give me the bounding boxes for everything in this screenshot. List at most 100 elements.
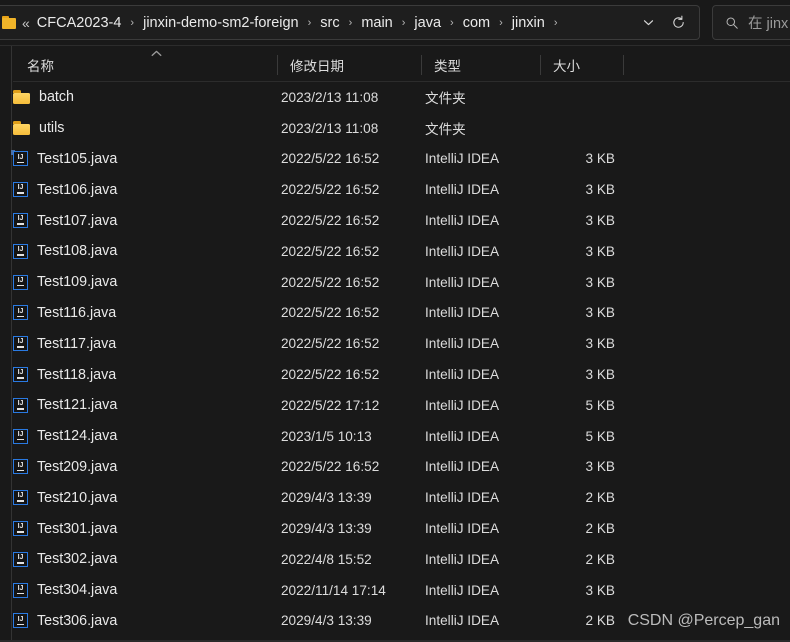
file-type: IntelliJ IDEA — [425, 582, 500, 598]
file-name-cell[interactable]: IJ Test121.java — [13, 397, 117, 413]
refresh-icon[interactable] — [663, 8, 693, 38]
intellij-idea-file-icon: IJ — [13, 582, 28, 598]
file-row[interactable]: IJ Test118.java 2022/5/22 16:52 IntelliJ ID… — [13, 359, 790, 390]
search-box[interactable]: 在 jinx — [712, 5, 790, 40]
file-name-cell[interactable]: IJ Test118.java — [13, 367, 116, 383]
breadcrumb-item-java[interactable]: java — [413, 13, 442, 33]
file-row[interactable]: IJ Test108.java 2022/5/22 16:52 IntelliJ ID… — [13, 236, 790, 267]
file-size: 3 KB — [585, 459, 615, 475]
file-name-label: Test105.java — [37, 150, 118, 167]
file-name-cell[interactable]: batch — [13, 89, 74, 105]
file-name-cell[interactable]: IJ Test116.java — [13, 305, 116, 321]
file-name-label: batch — [39, 89, 74, 106]
file-type: IntelliJ IDEA — [425, 274, 500, 290]
file-row[interactable]: IJ Test121.java 2022/5/22 17:12 IntelliJ ID… — [13, 390, 790, 421]
file-name-cell[interactable]: utils — [13, 120, 64, 136]
file-name-cell[interactable]: IJ Test306.java — [13, 613, 117, 629]
file-size: 2 KB — [585, 521, 615, 537]
file-row[interactable]: batch 2023/2/13 11:08 文件夹 — [13, 82, 790, 113]
column-divider-3[interactable] — [540, 55, 541, 75]
intellij-idea-file-icon: IJ — [13, 490, 28, 506]
search-input[interactable]: 在 jinx — [748, 12, 788, 33]
file-type: IntelliJ IDEA — [425, 490, 500, 506]
file-type: IntelliJ IDEA — [425, 428, 500, 444]
column-divider-2[interactable] — [421, 55, 422, 75]
file-name-cell[interactable]: IJ Test301.java — [13, 521, 117, 537]
breadcrumb-item-src[interactable]: src — [319, 13, 340, 33]
file-row[interactable]: utils 2023/2/13 11:08 文件夹 — [13, 113, 790, 144]
address-bar[interactable]: « CFCA2023-4 › jinxin-demo-sm2-foreign › src… — [0, 5, 700, 40]
explorer-toolbar: « CFCA2023-4 › jinxin-demo-sm2-foreign › src… — [0, 0, 790, 43]
search-icon — [725, 16, 739, 30]
column-divider-1[interactable] — [277, 55, 278, 75]
file-name-cell[interactable]: IJ Test302.java — [13, 551, 117, 567]
file-row[interactable]: IJ Test301.java 2029/4/3 13:39 IntelliJ IDE… — [13, 513, 790, 544]
file-name-cell[interactable]: IJ Test209.java — [13, 459, 117, 475]
file-row[interactable]: IJ Test117.java 2022/5/22 16:52 IntelliJ ID… — [13, 328, 790, 359]
breadcrumb-item-jinxin[interactable]: jinxin — [511, 13, 546, 33]
file-name-label: Test121.java — [37, 397, 118, 414]
file-row[interactable]: IJ Test107.java 2022/5/22 16:52 IntelliJ ID… — [13, 205, 790, 236]
breadcrumb-separator-icon[interactable]: › — [394, 17, 414, 29]
breadcrumb-separator-icon[interactable]: › — [300, 17, 320, 29]
file-list[interactable]: batch 2023/2/13 11:08 文件夹 utils 2023/2/13 11… — [13, 82, 790, 642]
file-name-label: Test108.java — [37, 243, 118, 260]
file-type: IntelliJ IDEA — [425, 336, 500, 352]
file-name-cell[interactable]: IJ Test107.java — [13, 213, 117, 229]
intellij-idea-file-icon: IJ — [13, 428, 28, 444]
file-name-cell[interactable]: IJ Test105.java — [13, 151, 117, 167]
column-divider-4[interactable] — [623, 55, 624, 75]
file-row[interactable]: IJ Test209.java 2022/5/22 16:52 IntelliJ ID… — [13, 452, 790, 483]
file-row[interactable]: IJ Test304.java 2022/11/14 17:14 IntelliJ I… — [13, 575, 790, 606]
file-explorer-window: « CFCA2023-4 › jinxin-demo-sm2-foreign › src… — [0, 0, 790, 642]
file-row[interactable]: IJ Test124.java 2023/1/5 10:13 IntelliJ IDE… — [13, 421, 790, 452]
file-size: 2 KB — [585, 490, 615, 506]
file-type: IntelliJ IDEA — [425, 397, 500, 413]
breadcrumb-item-cfca2023-4[interactable]: CFCA2023-4 — [36, 13, 123, 33]
file-type: IntelliJ IDEA — [425, 521, 500, 537]
breadcrumb-separator-icon[interactable]: › — [491, 17, 511, 29]
file-name-label: Test301.java — [37, 520, 118, 537]
file-date-modified: 2029/4/3 13:39 — [281, 490, 372, 506]
file-row[interactable]: IJ Test106.java 2022/5/22 16:52 IntelliJ ID… — [13, 174, 790, 205]
file-row[interactable]: IJ Test302.java 2022/4/8 15:52 IntelliJ IDE… — [13, 544, 790, 575]
file-row[interactable]: IJ Test105.java 2022/5/22 16:52 IntelliJ ID… — [13, 144, 790, 175]
file-type: IntelliJ IDEA — [425, 213, 500, 229]
file-date-modified: 2023/2/13 11:08 — [281, 120, 379, 136]
folder-icon — [2, 16, 16, 29]
breadcrumb-item-jinxin-demo-sm2-foreign[interactable]: jinxin-demo-sm2-foreign — [142, 13, 300, 33]
file-name-cell[interactable]: IJ Test108.java — [13, 243, 117, 259]
file-row[interactable]: IJ Test109.java 2022/5/22 16:52 IntelliJ ID… — [13, 267, 790, 298]
column-header-size[interactable]: 大小 — [553, 49, 580, 81]
intellij-idea-file-icon: IJ — [13, 243, 28, 259]
file-type: 文件夹 — [425, 122, 466, 138]
breadcrumb-separator-icon[interactable]: › — [442, 17, 462, 29]
breadcrumb-separator-icon[interactable]: › — [546, 17, 566, 29]
file-size: 3 KB — [585, 213, 615, 229]
file-name-cell[interactable]: IJ Test124.java — [13, 428, 117, 444]
column-header-type[interactable]: 类型 — [434, 49, 461, 81]
breadcrumb-overflow-icon[interactable]: « — [22, 15, 30, 31]
breadcrumb-separator-icon[interactable]: › — [341, 17, 361, 29]
breadcrumb-item-main[interactable]: main — [360, 13, 393, 33]
intellij-idea-file-icon: IJ — [13, 213, 28, 229]
file-name-cell[interactable]: IJ Test304.java — [13, 582, 117, 598]
toolbar-divider — [0, 45, 790, 46]
chevron-down-icon[interactable] — [633, 8, 663, 38]
file-date-modified: 2022/5/22 16:52 — [281, 182, 380, 198]
column-header-name[interactable]: 名称 — [27, 49, 54, 81]
file-row[interactable]: IJ Test116.java 2022/5/22 16:52 IntelliJ ID… — [13, 298, 790, 329]
file-row[interactable]: IJ Test210.java 2029/4/3 13:39 IntelliJ IDE… — [13, 482, 790, 513]
file-name-cell[interactable]: IJ Test109.java — [13, 274, 117, 290]
watermark-text: CSDN @Percep_gan — [627, 612, 780, 629]
file-name-cell[interactable]: IJ Test210.java — [13, 490, 117, 506]
file-date-modified: 2022/5/22 16:52 — [281, 459, 380, 475]
breadcrumb-item-com[interactable]: com — [462, 13, 491, 33]
file-date-modified: 2029/4/3 13:39 — [281, 521, 372, 537]
file-name-cell[interactable]: IJ Test106.java — [13, 182, 117, 198]
file-type: IntelliJ IDEA — [425, 551, 500, 567]
breadcrumb-separator-icon[interactable]: › — [122, 17, 142, 29]
column-header-date-modified[interactable]: 修改日期 — [290, 49, 344, 81]
file-name-cell[interactable]: IJ Test117.java — [13, 336, 116, 352]
folder-icon — [13, 121, 30, 136]
